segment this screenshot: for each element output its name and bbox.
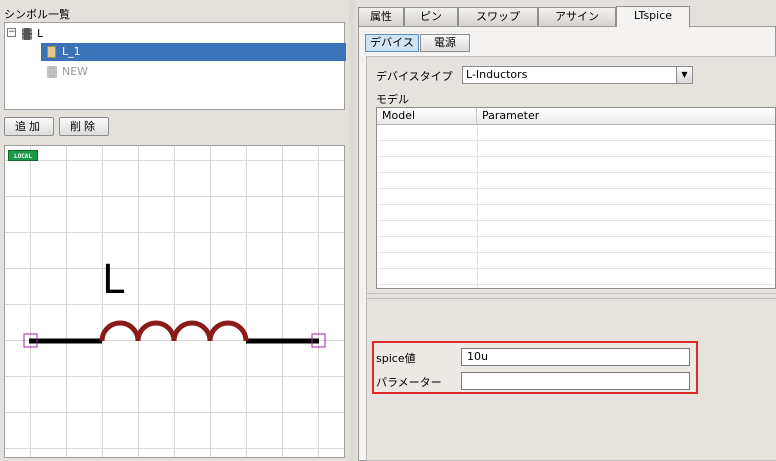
table-row[interactable]: [377, 237, 775, 253]
model-label: モデル: [376, 93, 409, 106]
add-button[interactable]: 追加: [4, 117, 54, 136]
symbol-tree[interactable]: − L L_1 NEW: [4, 22, 346, 110]
ltspice-panel: デバイス 電源 デバイスタイプ L-Inductors ▼ モデル Model …: [358, 26, 776, 461]
delete-button[interactable]: 削除: [59, 117, 109, 136]
tree-item-new-label: NEW: [62, 65, 89, 78]
divider: [367, 293, 776, 294]
device-settings: デバイスタイプ L-Inductors ▼ モデル Model Paramete…: [366, 56, 776, 461]
tree-item-root[interactable]: L: [22, 25, 43, 43]
subtab-power[interactable]: 電源: [420, 34, 470, 52]
tab-pins[interactable]: ピン: [404, 7, 458, 26]
spice-value-group: spice値 10u パラメーター: [372, 341, 698, 394]
parameter-input[interactable]: [461, 372, 690, 390]
spice-value-label: spice値: [376, 352, 416, 365]
table-row[interactable]: [377, 253, 775, 269]
table-row[interactable]: [377, 157, 775, 173]
tree-collapse-toggle[interactable]: −: [7, 28, 16, 37]
tree-item-selected[interactable]: L_1: [41, 43, 346, 61]
table-row[interactable]: [377, 269, 775, 285]
device-type-select[interactable]: L-Inductors ▼: [462, 66, 693, 84]
symbol-icon: [47, 46, 56, 58]
tab-bar: 属性 ピン スワップ アサイン LTspice: [355, 6, 776, 27]
tab-ltspice[interactable]: LTspice: [616, 6, 690, 27]
table-row[interactable]: [377, 221, 775, 237]
chip-icon: [47, 66, 57, 78]
tab-swap[interactable]: スワップ: [458, 7, 538, 26]
symbol-list-title: シンボル一覧: [4, 8, 70, 21]
table-row[interactable]: [377, 189, 775, 205]
chip-icon: [22, 28, 32, 40]
divider: [367, 298, 776, 299]
symbol-letter: L: [102, 257, 125, 303]
panel-splitter[interactable]: [349, 0, 355, 461]
table-row[interactable]: [377, 141, 775, 157]
parameter-label: パラメーター: [376, 376, 442, 389]
model-table-header: Model Parameter: [377, 108, 775, 125]
tab-attributes[interactable]: 属性: [358, 7, 404, 26]
chevron-down-icon[interactable]: ▼: [676, 67, 692, 83]
table-row[interactable]: [377, 125, 775, 141]
subtab-device[interactable]: デバイス: [365, 34, 419, 52]
tree-item-selected-label: L_1: [62, 45, 81, 58]
tree-item-new[interactable]: NEW: [41, 63, 88, 81]
tab-assign[interactable]: アサイン: [538, 7, 616, 26]
inductor-symbol: L: [23, 257, 326, 348]
model-table[interactable]: Model Parameter: [376, 107, 776, 289]
table-row[interactable]: [377, 205, 775, 221]
column-header-model[interactable]: Model: [377, 108, 477, 125]
spice-value-input[interactable]: 10u: [461, 348, 690, 366]
device-type-value: L-Inductors: [466, 68, 528, 81]
column-header-parameter[interactable]: Parameter: [477, 108, 775, 125]
tree-item-root-label: L: [37, 27, 44, 40]
device-type-label: デバイスタイプ: [376, 70, 453, 83]
inductor-coil: [99, 320, 249, 342]
symbol-canvas[interactable]: LOCAL L: [4, 145, 345, 458]
table-row[interactable]: [377, 173, 775, 189]
